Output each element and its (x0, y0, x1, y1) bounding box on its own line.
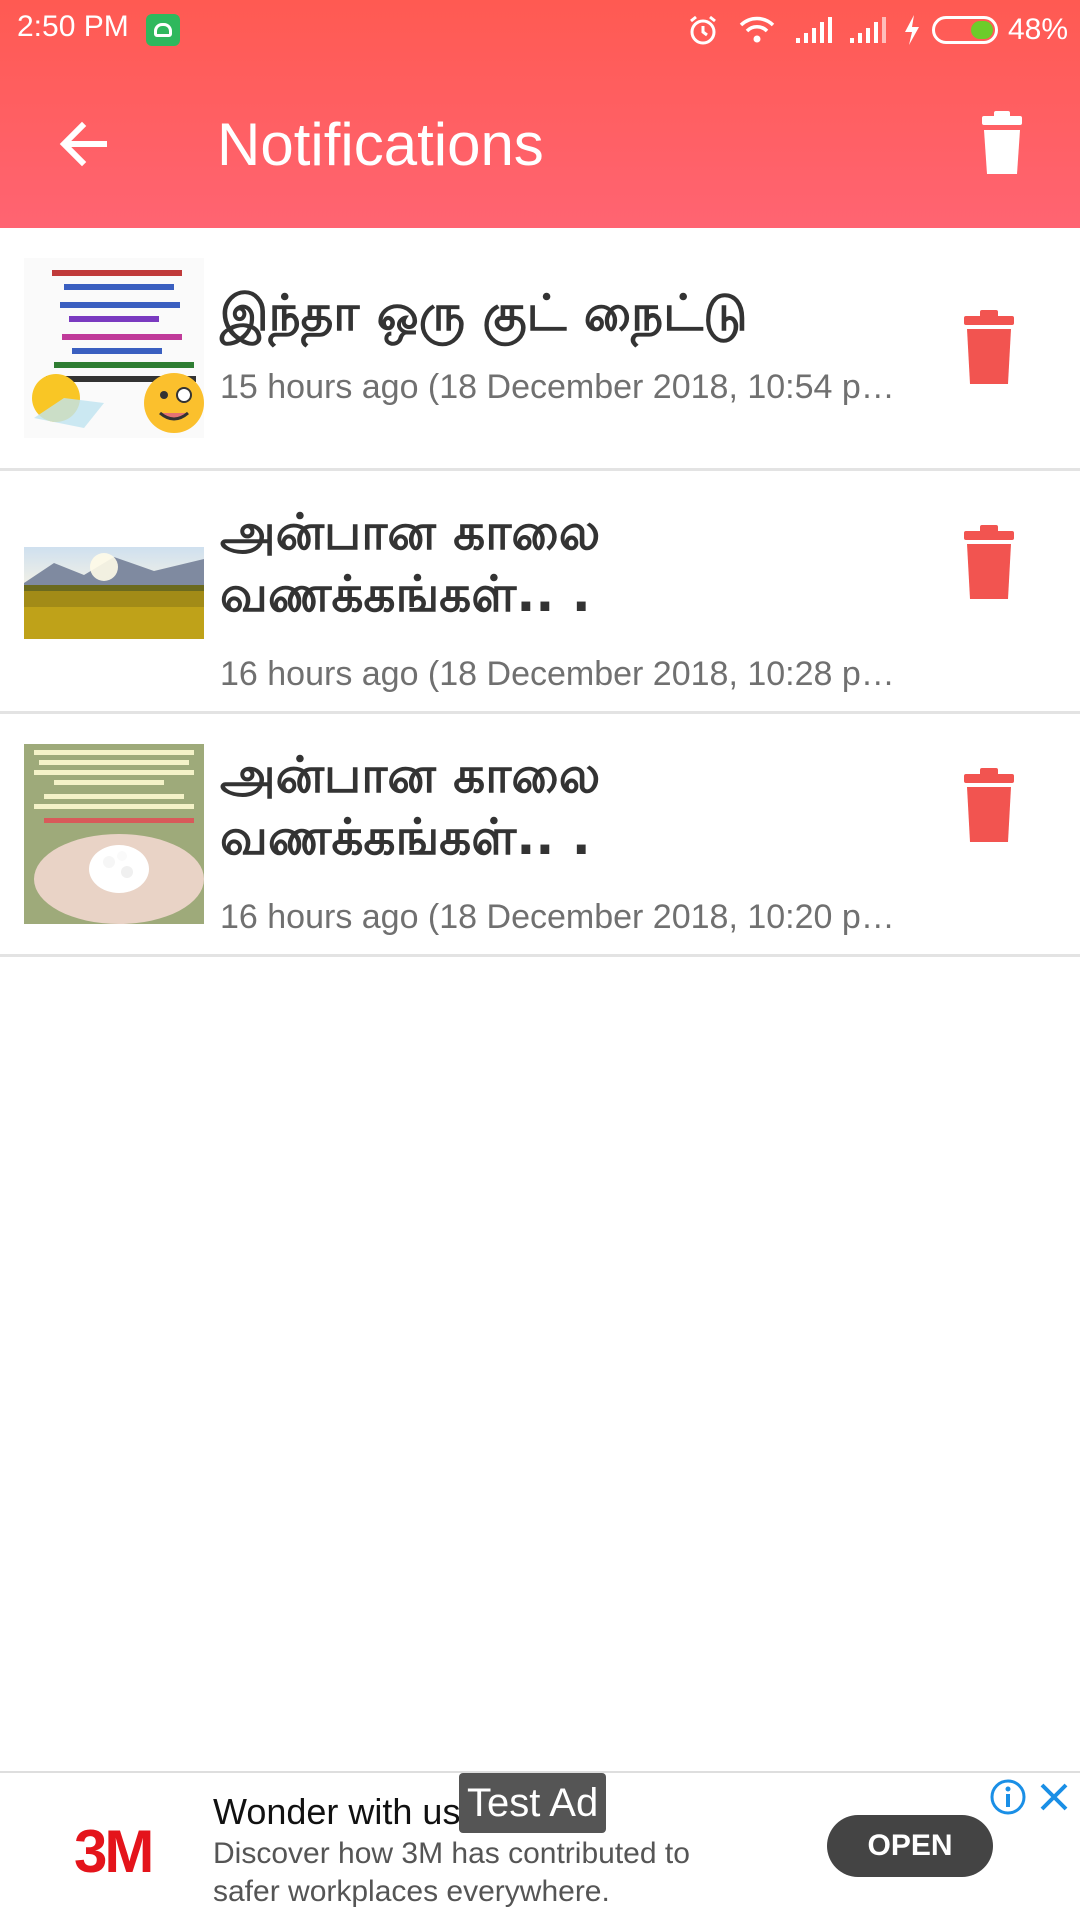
notification-title: அன்பான காலை வணக்கங்கள்.. . (220, 503, 601, 623)
list-item[interactable]: அன்பான காலை வணக்கங்கள்.. . 16 hours ago … (0, 714, 1080, 957)
signal-icon (849, 17, 886, 43)
ad-info-button[interactable] (988, 1777, 1028, 1817)
list-item[interactable]: இந்தா ஒரு குட் நைட்டு 15 hours ago (18 D… (0, 228, 1080, 471)
list-item[interactable]: அன்பான காலை வணக்கங்கள்.. . 16 hours ago … (0, 471, 1080, 714)
page-title: Notifications (217, 111, 544, 178)
notification-list: இந்தா ஒரு குட் நைட்டு 15 hours ago (18 D… (0, 228, 1080, 957)
notification-thumbnail (24, 547, 204, 639)
notification-time: 16 hours ago (18 December 2018, 10:20 p… (220, 898, 895, 936)
close-icon (1040, 1783, 1068, 1811)
ad-title: Wonder with us (213, 1791, 461, 1832)
delete-notification-button[interactable] (958, 768, 1020, 842)
battery-icon (931, 16, 998, 44)
android-notification-icon (146, 14, 180, 46)
ad-open-button[interactable]: OPEN (827, 1815, 993, 1877)
status-icons: 48% (668, 10, 1068, 50)
info-icon (990, 1779, 1026, 1815)
ad-brand-logo: 3M (74, 1818, 154, 1885)
delete-notification-button[interactable] (958, 310, 1020, 384)
arrow-left-icon (59, 121, 107, 167)
app-bar: 2:50 PM 48% Notifications (0, 0, 1080, 228)
charging-icon (904, 15, 919, 45)
ad-description: Discover how 3M has contributed to safer… (213, 1837, 690, 1908)
trash-icon (982, 111, 1022, 174)
delete-notification-button[interactable] (958, 525, 1020, 599)
notification-thumbnail (24, 744, 204, 924)
alarm-icon (690, 15, 716, 45)
trash-icon (964, 525, 1014, 599)
status-bar: 2:50 PM 48% (0, 0, 1080, 60)
delete-all-button[interactable] (966, 108, 1038, 180)
wifi-icon (739, 16, 775, 43)
ad-close-button[interactable] (1034, 1777, 1074, 1817)
battery-percent: 48% (1007, 13, 1068, 46)
notification-time: 15 hours ago (18 December 2018, 10:54 p… (220, 368, 895, 406)
notification-time: 16 hours ago (18 December 2018, 10:28 p… (220, 655, 895, 693)
trash-icon (964, 768, 1014, 842)
ad-banner[interactable]: 3M Wonder with us Test Ad Discover how 3… (0, 1771, 1080, 1922)
notification-title: இந்தா ஒரு குட் நைட்டு (220, 284, 748, 342)
back-button[interactable] (48, 108, 120, 180)
signal-icon (795, 17, 832, 43)
notification-thumbnail (24, 258, 204, 438)
ad-test-badge: Test Ad (459, 1773, 607, 1833)
notification-title: அன்பான காலை வணக்கங்கள்.. . (220, 746, 601, 866)
status-time: 2:50 PM (17, 10, 129, 43)
trash-icon (964, 310, 1014, 384)
